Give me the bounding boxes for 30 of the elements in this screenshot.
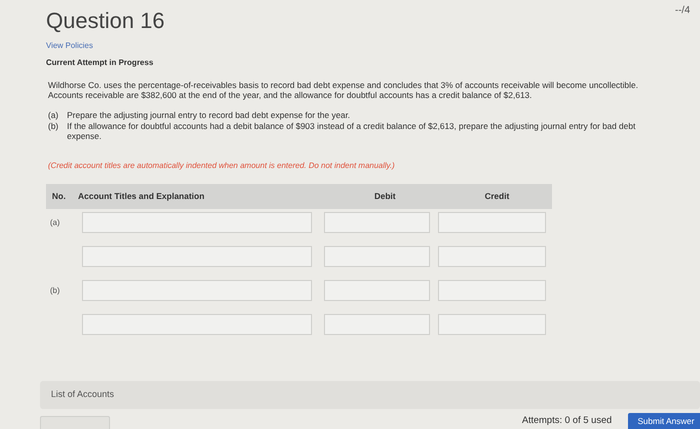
instruction-note: (Credit account titles are automatically indented when amount is entered. Do not indent manually.): [48, 160, 396, 172]
part-text: Prepare the adjusting journal entry to record bad debt expense for the year.: [67, 110, 350, 120]
credit-field[interactable]: [438, 246, 546, 267]
debit-field[interactable]: [324, 280, 430, 301]
credit-field[interactable]: [438, 314, 546, 335]
part-label: (a): [48, 110, 60, 120]
problem-text: Wildhorse Co. uses the percentage-of-receivables basis to record bad debt expense and concludes that 3% of accounts receivable will become uncollectible. Accounts receivable are $382,600 at the end of the year, and the allowance for doubtful accounts has a credit balance of $2,613.: [48, 80, 640, 100]
list-of-accounts-bar[interactable]: List of Accounts: [40, 381, 700, 409]
attempts-counter: Attempts: 0 of 5 used: [522, 414, 612, 428]
account-field[interactable]: [82, 212, 312, 233]
debit-field[interactable]: [324, 246, 430, 267]
column-header: Account Titles and Explanation: [78, 190, 206, 203]
part-text: If the allowance for doubtful accounts had a debit balance of $903 instead of a credit balance of $2,613, prepare the adjusting journal entry for bad debt expense.: [67, 121, 636, 141]
row-label: (a): [50, 218, 60, 226]
column-header: Credit: [484, 190, 510, 203]
account-field[interactable]: [82, 280, 312, 301]
submit-answer-button[interactable]: Submit Answer: [628, 413, 700, 429]
credit-field[interactable]: [438, 280, 546, 301]
credit-field[interactable]: [438, 212, 546, 233]
debit-field[interactable]: [324, 314, 430, 335]
score-text: --/4: [675, 4, 690, 18]
column-header: No.: [51, 190, 67, 203]
attempt-status: Current Attempt in Progress: [46, 57, 154, 69]
account-field[interactable]: [82, 314, 312, 335]
part-label: (b): [48, 121, 60, 133]
row-label: (b): [50, 286, 60, 294]
view-policies-link[interactable]: View Policies: [46, 40, 93, 52]
column-header: Debit: [373, 190, 397, 203]
account-field[interactable]: [82, 246, 312, 267]
debit-field[interactable]: [324, 212, 430, 233]
